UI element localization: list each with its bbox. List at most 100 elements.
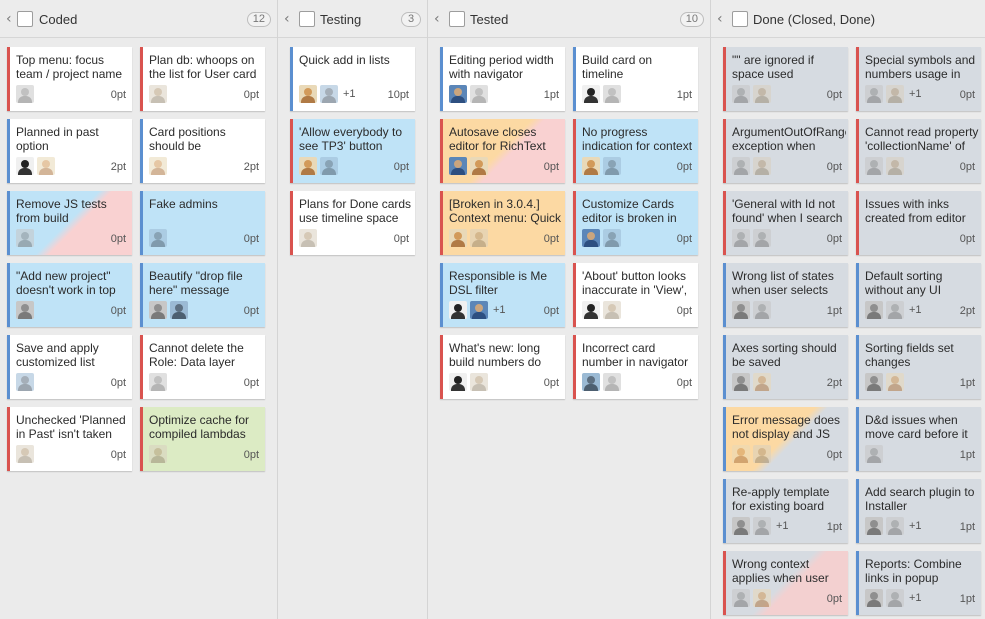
card[interactable]: "" are ignored if space used immediately… (723, 47, 848, 111)
collapse-chevron-icon[interactable]: ‹ (434, 12, 440, 26)
card[interactable]: Default sorting without any UI +1 2pt (856, 263, 981, 327)
card-title: Autosave closes editor for RichText (449, 125, 546, 153)
card[interactable]: ArgumentOutOfRange exception when 0pt (723, 119, 848, 183)
avatar (16, 85, 34, 103)
card-points: 0pt (110, 449, 126, 461)
card[interactable]: Build card on timeline 1pt (573, 47, 698, 111)
card[interactable]: Remove JS tests from build 0pt (7, 191, 132, 255)
card[interactable]: Unchecked 'Planned in Past' isn't taken … (7, 407, 132, 471)
column-select-checkbox[interactable] (17, 11, 33, 27)
card[interactable]: Plans for Done cards use timeline space … (290, 191, 415, 255)
avatar (886, 301, 904, 319)
card-points: 0pt (826, 89, 842, 101)
card[interactable]: Editing period width with navigator 1pt (440, 47, 565, 111)
avatar (299, 157, 317, 175)
card-title: Fake admins (149, 197, 218, 211)
column-select-checkbox[interactable] (449, 11, 465, 27)
card[interactable]: Sorting fields set changes 1pt (856, 335, 981, 399)
avatar (753, 301, 771, 319)
card-points: 0pt (676, 377, 692, 389)
avatar (16, 229, 34, 247)
avatar (865, 517, 883, 535)
card[interactable]: [Broken in 3.0.4.] Context menu: Quick 0… (440, 191, 565, 255)
collapse-chevron-icon[interactable]: ‹ (717, 12, 723, 26)
card[interactable]: Beautify "drop file here" message 0pt (140, 263, 265, 327)
avatar (299, 229, 317, 247)
card[interactable]: Planned in past option 2pt (7, 119, 132, 183)
card[interactable]: What's new: long build numbers do 0pt (440, 335, 565, 399)
card-points: 1pt (676, 89, 692, 101)
card-title: Editing period width with navigator (449, 53, 554, 81)
avatar (732, 301, 750, 319)
avatar (470, 373, 488, 391)
avatar (603, 301, 621, 319)
card[interactable]: Optimize cache for compiled lambdas 0pt (140, 407, 265, 471)
card[interactable]: Plan db: whoops on the list for User car… (140, 47, 265, 111)
card[interactable]: Special symbols and numbers usage in +1 … (856, 47, 981, 111)
card[interactable]: D&d issues when move card before it 1pt (856, 407, 981, 471)
card-points: 0pt (543, 305, 559, 317)
card[interactable]: Error message does not display and JS 0p… (723, 407, 848, 471)
avatar (886, 157, 904, 175)
avatar (449, 301, 467, 319)
card[interactable]: Reports: Combine links in popup +1 1pt (856, 551, 981, 615)
card[interactable]: Save and apply customized list 0pt (7, 335, 132, 399)
card-title: Sorting fields set changes (865, 341, 954, 369)
column-select-checkbox[interactable] (299, 11, 315, 27)
card[interactable]: Fake admins 0pt (140, 191, 265, 255)
card[interactable]: Cannot delete the Role: Data layer 0pt (140, 335, 265, 399)
card[interactable]: "Add new project" doesn't work in top 0p… (7, 263, 132, 327)
column-header-tested: ‹ Tested 10 (428, 0, 710, 38)
card-points: 0pt (243, 305, 259, 317)
card-title: Unchecked 'Planned in Past' isn't taken (16, 413, 126, 441)
card[interactable]: Customize Cards editor is broken in 0pt (573, 191, 698, 255)
avatar (470, 157, 488, 175)
card[interactable]: Responsible is Me DSL filter +1 0pt (440, 263, 565, 327)
extra-assignees: +1 (909, 88, 922, 100)
column-select-checkbox[interactable] (732, 11, 748, 27)
collapse-chevron-icon[interactable]: ‹ (6, 12, 12, 26)
card-points: 0pt (676, 161, 692, 173)
avatar (582, 85, 600, 103)
card-points: 0pt (826, 233, 842, 245)
card[interactable]: 'General with Id not found' when I searc… (723, 191, 848, 255)
card[interactable]: Re-apply template for existing board +1 … (723, 479, 848, 543)
card[interactable]: 'About' button looks inaccurate in 'View… (573, 263, 698, 327)
card[interactable]: Wrong context applies when user 0pt (723, 551, 848, 615)
column-coded: ‹ Coded 12 Top menu: focus team / projec… (0, 0, 278, 619)
avatar (149, 157, 167, 175)
avatar (320, 85, 338, 103)
card-title: Special symbols and numbers usage in (865, 53, 976, 81)
card-points: 0pt (243, 233, 259, 245)
card[interactable]: Autosave closes editor for RichText 0pt (440, 119, 565, 183)
card[interactable]: Wrong list of states when user selects 1… (723, 263, 848, 327)
card[interactable]: Axes sorting should be saved 2pt (723, 335, 848, 399)
card-points: 0pt (110, 305, 126, 317)
card-points: 0pt (959, 233, 975, 245)
avatar (320, 157, 338, 175)
card[interactable]: Top menu: focus team / project name 0pt (7, 47, 132, 111)
card-title: Plan db: whoops on the list for User car… (149, 53, 257, 81)
card-title: Quick add in lists (299, 53, 390, 67)
extra-assignees: +1 (909, 304, 922, 316)
card[interactable]: Card positions should be 2pt (140, 119, 265, 183)
card-points: 0pt (543, 161, 559, 173)
avatar (603, 373, 621, 391)
avatar (16, 445, 34, 463)
card-title: Save and apply customized list (16, 341, 99, 369)
card-title: Incorrect card number in navigator (582, 341, 689, 369)
card[interactable]: Quick add in lists +1 10pt (290, 47, 415, 111)
card[interactable]: Incorrect card number in navigator 0pt (573, 335, 698, 399)
card[interactable]: 'Allow everybody to see TP3' button 0pt (290, 119, 415, 183)
card[interactable]: No progress indication for context 0pt (573, 119, 698, 183)
avatar (149, 229, 167, 247)
avatar (16, 157, 34, 175)
avatar (582, 301, 600, 319)
card[interactable]: Cannot read property 'collectionName' of… (856, 119, 981, 183)
card-title: 'Allow everybody to see TP3' button (299, 125, 403, 153)
avatar (732, 445, 750, 463)
card[interactable]: Issues with inks created from editor 0pt (856, 191, 981, 255)
card[interactable]: Add search plugin to Installer +1 1pt (856, 479, 981, 543)
collapse-chevron-icon[interactable]: ‹ (284, 12, 290, 26)
card-title: "" are ignored if space used immediately (732, 53, 814, 83)
